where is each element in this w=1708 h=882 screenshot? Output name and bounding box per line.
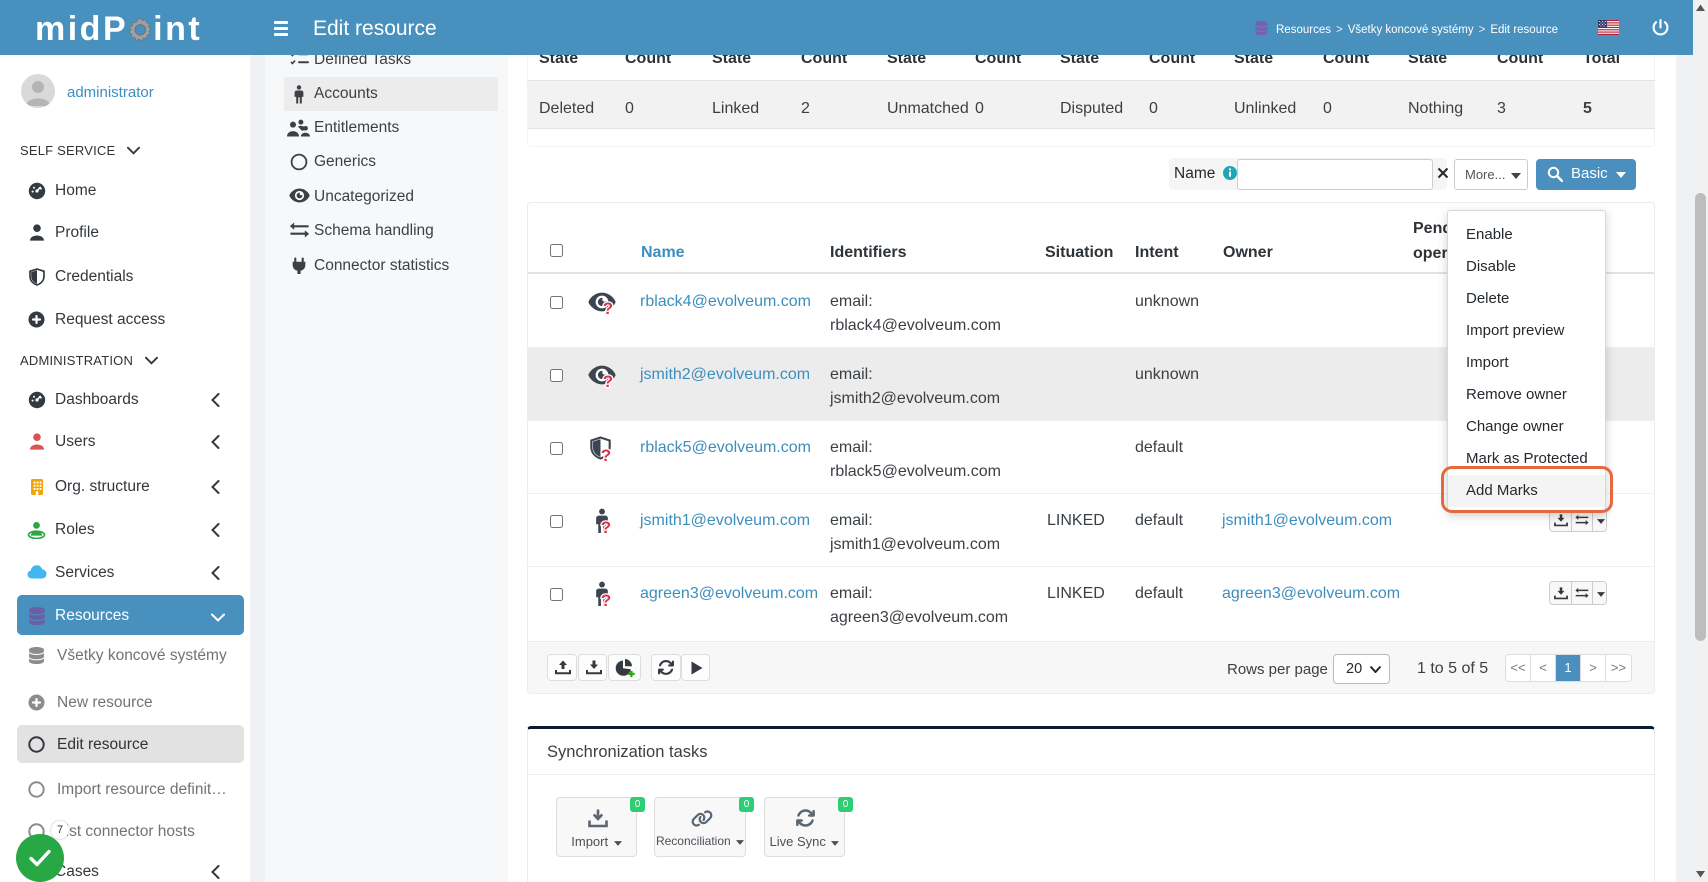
svg-text:?: ? [603,299,613,318]
svg-text:?: ? [601,446,611,465]
svg-text:?: ? [601,591,611,610]
svg-text:?: ? [601,518,611,537]
svg-text:?: ? [603,372,613,391]
